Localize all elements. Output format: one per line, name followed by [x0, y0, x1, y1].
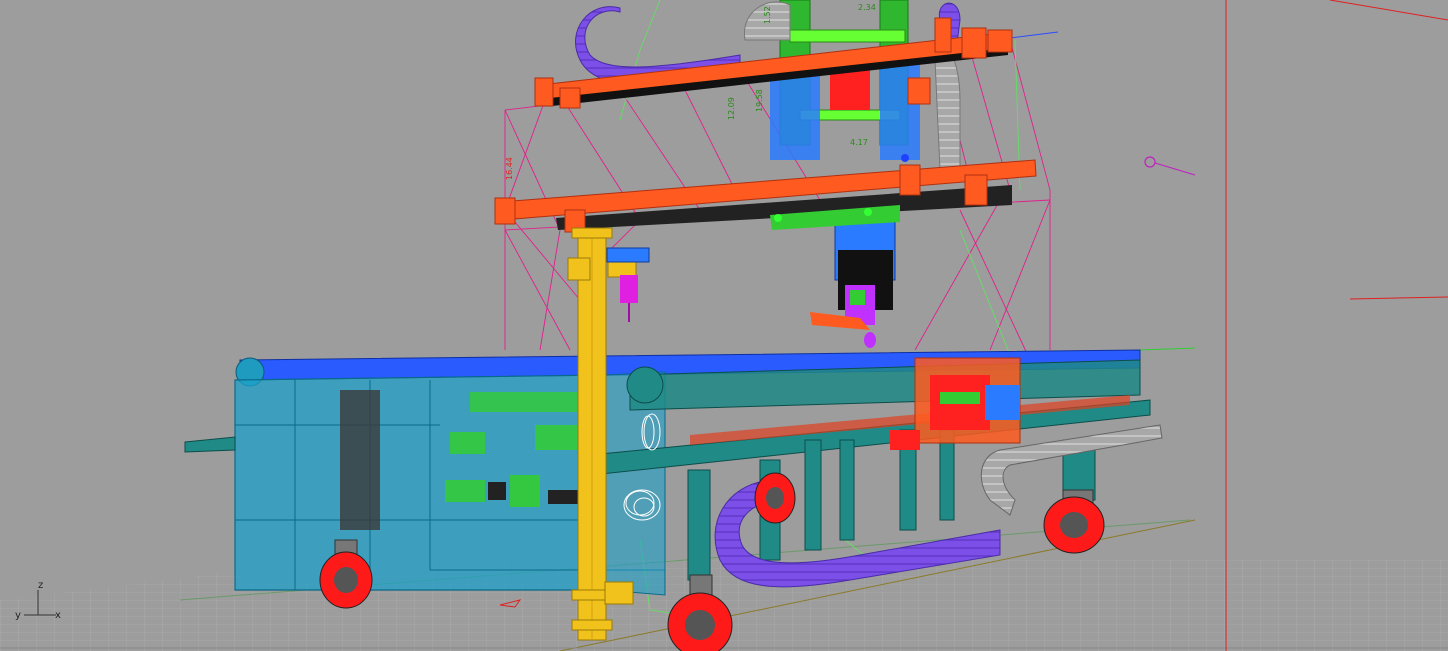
upper-right-cable-chain	[934, 47, 961, 171]
dimension-1-52: 1.52	[763, 6, 772, 24]
axis-z-label: z	[38, 580, 43, 591]
axis-y-label: y	[15, 610, 21, 621]
column-sensor	[606, 247, 650, 322]
dimension-2-34: 2.34	[858, 3, 876, 12]
axis-x-label: x	[55, 610, 61, 621]
middle-caster-wheel	[754, 472, 796, 524]
dimension-19-58: 19.58	[755, 89, 764, 112]
dimension-12-09: 12.09	[727, 97, 736, 120]
dimension-16-44: 16.44	[505, 157, 514, 180]
dimension-4-17: 4.17	[850, 138, 868, 147]
machine-3d-model[interactable]: 12.09 19.58 4.17 16.44 2.34 1.52 z y x	[0, 0, 1448, 651]
rhino-3d-viewport[interactable]: 12.09 19.58 4.17 16.44 2.34 1.52 z y x	[0, 0, 1448, 651]
lower-gantry-beam[interactable]	[494, 159, 1037, 233]
